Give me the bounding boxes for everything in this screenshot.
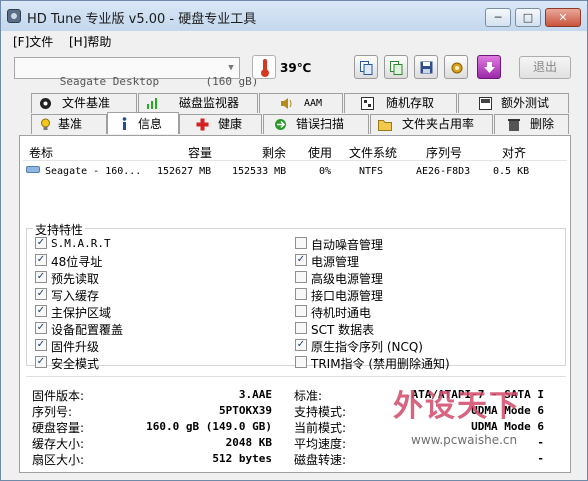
- column-filesystem[interactable]: 文件系统: [349, 144, 397, 161]
- drive-select[interactable]: Seagate Desktop (160 gB) ▼: [14, 57, 258, 88]
- tab-file-benchmark[interactable]: 文件基准: [31, 93, 137, 113]
- tab-health[interactable]: 健康: [179, 114, 262, 134]
- tab-erase[interactable]: 删除: [494, 114, 569, 134]
- partition-used: 0%: [319, 166, 332, 177]
- checkbox[interactable]: ✓: [35, 356, 47, 368]
- tab-aam[interactable]: AAM: [259, 93, 343, 113]
- tab-strip: 文件基准 磁盘监视器 AAM 随机存取 额外测试 基准 信息 健康 错误扫描 文…: [1, 93, 587, 135]
- tab-disk-monitor[interactable]: 磁盘监视器: [138, 93, 258, 113]
- chevron-down-icon[interactable]: ▼: [223, 58, 239, 78]
- disk-monitor-icon: [146, 97, 159, 110]
- save-icon: [420, 61, 433, 74]
- checkbox[interactable]: ✓: [295, 339, 307, 351]
- partition-label: Seagate - 160...: [45, 166, 142, 177]
- column-volume[interactable]: 卷标: [29, 144, 53, 161]
- drive-icon: [26, 166, 40, 173]
- download-button[interactable]: [477, 55, 501, 79]
- checkbox[interactable]: [295, 288, 307, 300]
- checkbox[interactable]: ✓: [35, 237, 47, 249]
- title-bar: HD Tune 专业版 v5.00 - 硬盘专业工具 ─ □ ✕: [1, 1, 587, 31]
- checkbox[interactable]: [295, 271, 307, 283]
- exit-button[interactable]: 退出: [519, 56, 571, 79]
- menu-help[interactable]: [H]帮助: [69, 33, 111, 50]
- close-button[interactable]: ✕: [545, 8, 581, 27]
- partition-row[interactable]: Seagate - 160... 152627 MB 152533 MB 0% …: [23, 164, 563, 180]
- tab-error-scan[interactable]: 错误扫描: [263, 114, 369, 134]
- download-arrow-icon: [483, 61, 495, 74]
- checkbox[interactable]: [295, 322, 307, 334]
- trash-icon: [508, 118, 521, 131]
- random-access-icon: [361, 97, 374, 110]
- checkbox[interactable]: ✓: [35, 254, 47, 266]
- tab-benchmark[interactable]: 基准: [31, 114, 107, 134]
- column-alignment[interactable]: 对齐: [502, 144, 526, 161]
- tab-folder-usage[interactable]: 文件夹占用率: [370, 114, 493, 134]
- file-benchmark-icon: [39, 97, 52, 110]
- toolbar: Seagate Desktop (160 gB) ▼ 39℃ 退出: [1, 51, 587, 88]
- speaker-icon: [280, 97, 293, 110]
- partition-capacity: 152627 MB: [157, 166, 212, 177]
- health-cross-icon: [196, 118, 209, 131]
- thermometer-icon: [252, 55, 276, 79]
- tab-info[interactable]: 信息: [107, 112, 179, 134]
- extra-tests-icon: [479, 97, 492, 110]
- checkbox[interactable]: [295, 356, 307, 368]
- folder-icon: [378, 118, 392, 131]
- minimize-button[interactable]: ─: [485, 8, 511, 27]
- supported-features-group: 支持特性 ✓ S.M.A.R.T ✓ 48位寻址 ✓ 预先读取 ✓ 写入缓存 ✓ 主保护区…: [26, 221, 566, 371]
- temperature-value: 39℃: [280, 61, 312, 75]
- column-capacity[interactable]: 容量: [188, 144, 212, 161]
- window-title: HD Tune 专业版 v5.00 - 硬盘专业工具: [27, 12, 257, 27]
- column-serial[interactable]: 序列号: [426, 144, 462, 161]
- copy-icon: [360, 61, 373, 75]
- bulb-icon: [39, 118, 52, 131]
- settings-icon: [450, 61, 463, 74]
- drive-info-section: 固件版本: 3.AAE 序列号: 5PTOKX39 硬盘容量: 160.0 gB (1…: [26, 376, 566, 468]
- partition-free: 152533 MB: [232, 166, 287, 177]
- maximize-button[interactable]: □: [515, 8, 541, 27]
- settings-button[interactable]: [444, 55, 468, 79]
- menu-bar: [F]文件 [H]帮助: [1, 31, 587, 49]
- checkbox[interactable]: [295, 237, 307, 249]
- checkbox[interactable]: ✓: [35, 271, 47, 283]
- checkbox[interactable]: ✓: [35, 339, 47, 351]
- checkbox[interactable]: ✓: [295, 254, 307, 266]
- features-title: 支持特性: [33, 221, 86, 238]
- partition-list-header: 卷标 容量 剩余 使用 文件系统 序列号 对齐: [23, 141, 567, 161]
- copy-all-button[interactable]: [384, 55, 408, 79]
- menu-file[interactable]: [F]文件: [13, 33, 53, 50]
- partition-serial: AE26-F8D3: [416, 166, 471, 177]
- app-window: HD Tune 专业版 v5.00 - 硬盘专业工具 ─ □ ✕ [F]文件 […: [0, 0, 588, 481]
- checkbox[interactable]: ✓: [35, 322, 47, 334]
- info-icon: [118, 117, 131, 130]
- copy-all-icon: [390, 61, 403, 75]
- save-button[interactable]: [414, 55, 438, 79]
- checkbox[interactable]: ✓: [35, 305, 47, 317]
- checkbox[interactable]: ✓: [35, 288, 47, 300]
- partition-alignment: 0.5 KB: [493, 166, 530, 177]
- checkbox[interactable]: [295, 305, 307, 317]
- tab-random-access[interactable]: 随机存取: [344, 93, 457, 113]
- column-free[interactable]: 剩余: [262, 144, 286, 161]
- partition-filesystem: NTFS: [359, 166, 384, 177]
- hdtune-app-icon: [7, 9, 21, 23]
- column-used[interactable]: 使用: [308, 144, 332, 161]
- tab-extra-tests[interactable]: 额外测试: [458, 93, 569, 113]
- error-scan-icon: [274, 118, 287, 131]
- copy-button[interactable]: [354, 55, 378, 79]
- info-panel: 卷标 容量 剩余 使用 文件系统 序列号 对齐 Seagate - 160...…: [19, 135, 571, 473]
